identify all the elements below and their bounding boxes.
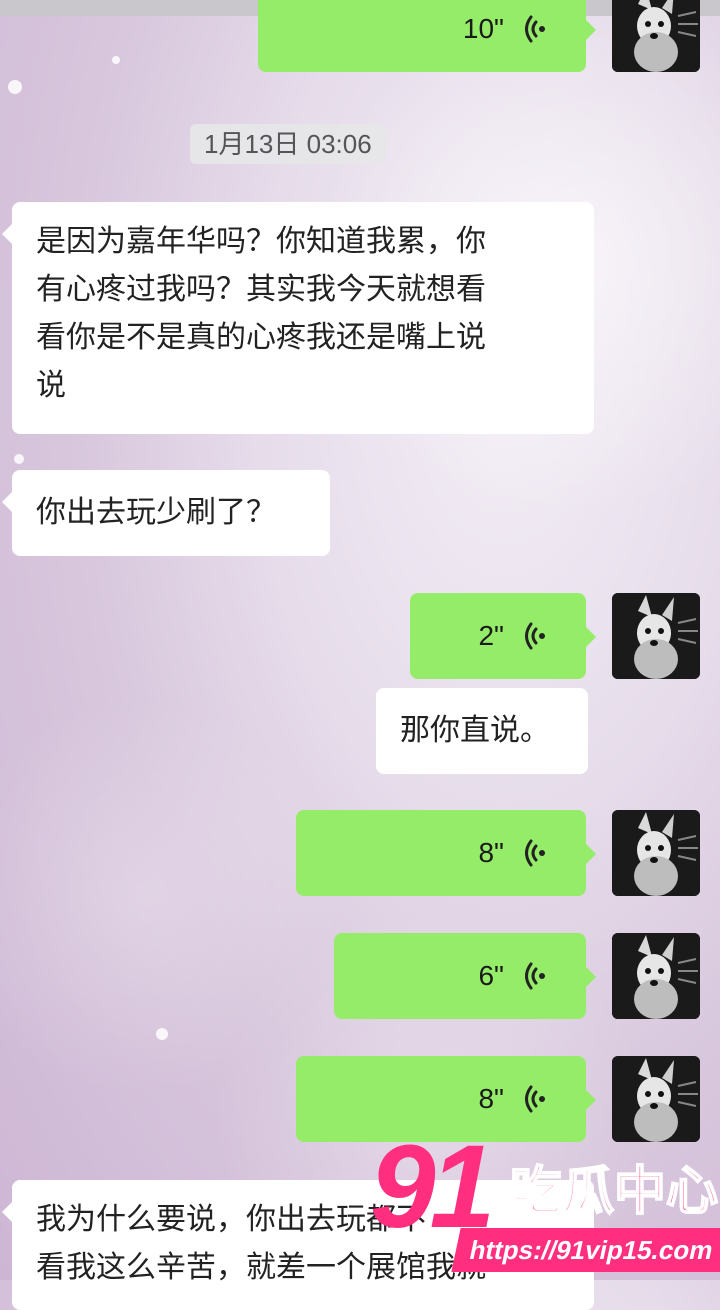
background-sparkle [156, 1028, 168, 1040]
quoted-text-message[interactable]: 那你直说。 [376, 688, 588, 774]
message-text-line: 是因为嘉年华吗？你知道我累，你 [36, 224, 486, 259]
message-text: 那你直说。 [400, 713, 550, 748]
background-sparkle [14, 454, 24, 464]
voice-wave-icon [525, 622, 545, 650]
received-text-message[interactable]: 你出去玩少刷了？ [2, 470, 330, 556]
avatar[interactable] [612, 810, 700, 896]
voice-message-bubble[interactable]: 10" [258, 0, 596, 72]
dog-avatar-icon [612, 593, 700, 679]
voice-wave-icon [525, 1085, 545, 1113]
voice-duration: 8" [478, 837, 504, 868]
received-text-message[interactable]: 是因为嘉年华吗？你知道我累，你 有心疼过我吗？其实我今天就想看 看你是不是真的心… [2, 202, 594, 434]
message-text-line: 说 [36, 368, 66, 403]
voice-duration: 6" [478, 960, 504, 991]
watermark-title: 吃瓜中心 [509, 1161, 719, 1223]
avatar[interactable] [612, 933, 700, 1019]
watermark-url: https://91vip15.com [451, 1228, 720, 1272]
dog-avatar-icon [612, 810, 700, 896]
voice-duration: 2" [478, 620, 504, 651]
voice-message-bubble[interactable]: 8" [296, 810, 596, 896]
voice-duration: 10" [462, 13, 504, 44]
voice-message-bubble[interactable]: 6" [334, 933, 596, 1019]
avatar[interactable] [612, 593, 700, 679]
background-sparkle [112, 56, 120, 64]
voice-duration: 8" [478, 1083, 504, 1114]
avatar[interactable] [612, 0, 700, 72]
dog-avatar-icon [612, 0, 700, 72]
voice-wave-icon [525, 15, 545, 43]
message-text: 你出去玩少刷了？ [36, 495, 276, 530]
voice-wave-icon [525, 839, 545, 867]
dog-avatar-icon [612, 933, 700, 1019]
message-text-line: 有心疼过我吗？其实我今天就想看 [36, 272, 486, 307]
background-sparkle [8, 80, 22, 94]
voice-message-bubble[interactable]: 2" [410, 593, 596, 679]
site-watermark: 91 吃瓜中心 https://91vip15.com [370, 1128, 720, 1280]
voice-wave-icon [525, 962, 545, 990]
message-text-line: 看你是不是真的心疼我还是嘴上说 [36, 320, 486, 355]
message-timestamp: 1月13日 03:06 [190, 124, 386, 164]
